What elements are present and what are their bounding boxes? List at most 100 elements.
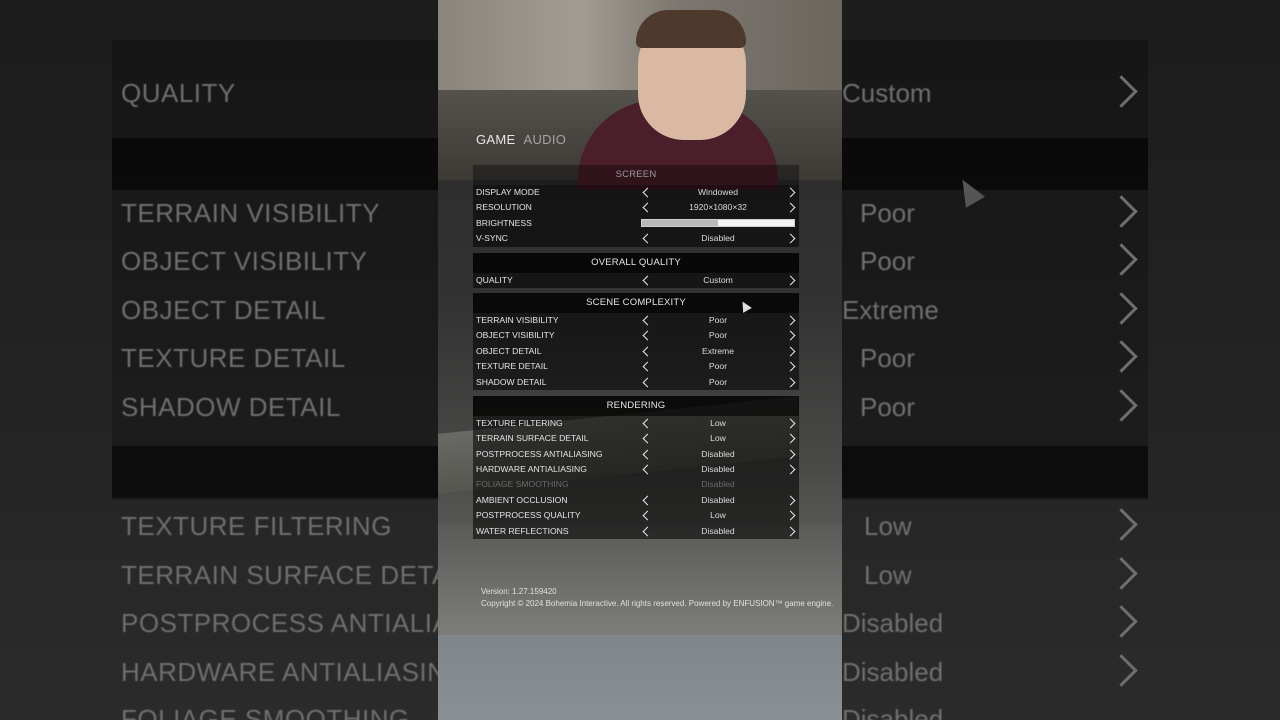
chevron-right-icon[interactable] — [787, 362, 796, 371]
chevron-right-icon[interactable] — [787, 419, 796, 428]
section-header-screen: SCREEN — [473, 165, 799, 185]
chevron-right-icon[interactable] — [787, 434, 796, 443]
setting-resolution[interactable]: RESOLUTION 1920×1080×32 — [473, 200, 799, 216]
background-value: Low — [864, 511, 912, 541]
tab-audio[interactable]: AUDIO — [523, 132, 566, 147]
background-value: Disabled — [842, 704, 944, 720]
setting-value: Low — [710, 433, 726, 444]
background-chevron-right-icon — [1106, 386, 1140, 430]
setting-value: Disabled — [701, 479, 735, 490]
setting-label: TEXTURE FILTERING — [476, 417, 563, 428]
setting-value: Extreme — [702, 345, 734, 356]
background-chevron-right-icon — [1106, 505, 1140, 549]
setting-hardware-antialiasing[interactable]: HARDWARE ANTIALIASING Disabled — [473, 462, 799, 478]
setting-quality[interactable]: QUALITY Custom — [473, 272, 799, 288]
chevron-right-icon[interactable] — [787, 316, 796, 325]
setting-vsync[interactable]: V-SYNC Disabled — [473, 231, 799, 247]
chevron-right-icon[interactable] — [787, 527, 796, 536]
background-value: Extreme — [842, 295, 939, 325]
chevron-right-icon[interactable] — [787, 188, 796, 197]
chevron-right-icon[interactable] — [787, 347, 796, 356]
background-label: QUALITY — [121, 78, 236, 108]
setting-value: Disabled — [701, 494, 735, 505]
chevron-right-icon[interactable] — [787, 276, 796, 285]
chevron-right-icon[interactable] — [787, 378, 796, 387]
setting-value: Disabled — [701, 233, 735, 244]
chevron-right-icon[interactable] — [787, 331, 796, 340]
bottom-strip — [438, 635, 842, 720]
setting-shadow-detail[interactable]: SHADOW DETAIL Poor — [473, 374, 799, 390]
setting-label: DISPLAY MODE — [476, 187, 540, 197]
setting-texture-detail[interactable]: TEXTURE DETAIL Poor — [473, 359, 799, 375]
setting-value: Custom — [703, 274, 733, 285]
background-chevron-right-icon — [1106, 192, 1140, 236]
setting-value: Disabled — [701, 525, 735, 536]
setting-label: OBJECT DETAIL — [476, 345, 542, 356]
setting-value: Poor — [708, 330, 728, 341]
brightness-slider-fill — [642, 219, 718, 226]
setting-terrain-surface-detail[interactable]: TERRAIN SURFACE DETAIL Low — [473, 431, 799, 447]
section-header-rendering: RENDERING — [473, 395, 799, 416]
background-label: TERRAIN VISIBILITY — [121, 198, 380, 228]
setting-value: Low — [710, 417, 726, 428]
background-value: Poor — [860, 198, 915, 228]
setting-water-reflections[interactable]: WATER REFLECTIONS Disabled — [473, 523, 799, 540]
section-header-scene-complexity: SCENE COMPLEXITY — [473, 292, 799, 313]
brightness-slider[interactable] — [641, 218, 795, 227]
setting-label: POSTPROCESS ANTIALIASING — [476, 448, 603, 459]
setting-value: Poor — [708, 361, 728, 372]
background-value: Poor — [860, 392, 915, 422]
background-chevron-right-icon — [1106, 337, 1140, 381]
background-label: SHADOW DETAIL — [121, 392, 341, 422]
chevron-right-icon[interactable] — [787, 496, 796, 505]
chevron-right-icon[interactable] — [787, 234, 796, 243]
background-label: TERRAIN SURFACE DETA — [121, 560, 450, 590]
chevron-right-icon[interactable] — [787, 511, 796, 520]
setting-value: 1920×1080×32 — [689, 202, 747, 213]
footer: Version: 1.27.159420 Copyright © 2024 Bo… — [481, 586, 833, 610]
setting-label: V-SYNC — [476, 233, 508, 244]
setting-value: Windowed — [697, 187, 739, 197]
background-chevron-right-icon — [1106, 240, 1140, 284]
setting-postprocess-quality[interactable]: POSTPROCESS QUALITY Low — [473, 508, 799, 524]
setting-label: BRIGHTNESS — [476, 217, 532, 228]
setting-label: SHADOW DETAIL — [476, 376, 547, 387]
setting-postprocess-antialiasing[interactable]: POSTPROCESS ANTIALIASING Disabled — [473, 446, 799, 463]
setting-texture-filtering[interactable]: TEXTURE FILTERING Low — [473, 415, 799, 432]
setting-label: QUALITY — [476, 274, 513, 285]
tab-game[interactable]: GAME — [476, 132, 515, 147]
setting-display-mode[interactable]: DISPLAY MODE Windowed — [473, 185, 799, 201]
setting-label: RESOLUTION — [476, 202, 532, 213]
background-value: Disabled — [842, 608, 944, 638]
setting-value: Low — [710, 510, 726, 521]
version-text: Version: 1.27.159420 — [481, 587, 557, 596]
chevron-right-icon[interactable] — [787, 203, 796, 212]
setting-label: TEXTURE DETAIL — [476, 361, 548, 372]
setting-object-visibility[interactable]: OBJECT VISIBILITY Poor — [473, 328, 799, 344]
background-label: OBJECT DETAIL — [121, 295, 326, 325]
background-label: POSTPROCESS ANTIALIA — [121, 608, 451, 638]
webcam-person-hair — [636, 10, 746, 48]
copyright-text: Copyright © 2024 Bohemia Interactive. Al… — [481, 599, 834, 608]
chevron-right-icon[interactable] — [787, 450, 796, 459]
background-label: HARDWARE ANTIALIASING — [121, 657, 468, 687]
background-value: Disabled — [842, 657, 944, 687]
background-chevron-right-icon — [1106, 554, 1140, 598]
setting-ambient-occlusion[interactable]: AMBIENT OCCLUSION Disabled — [473, 492, 799, 509]
setting-brightness[interactable]: BRIGHTNESS — [473, 215, 799, 232]
setting-value: Disabled — [701, 464, 735, 475]
background-label: FOLIAGE SMOOTHING — [121, 704, 410, 720]
background-chevron-right-icon — [1106, 289, 1140, 333]
setting-label: FOLIAGE SMOOTHING — [476, 479, 569, 490]
background-chevron-right-icon — [1106, 602, 1140, 646]
chevron-right-icon[interactable] — [787, 465, 796, 474]
setting-label: OBJECT VISIBILITY — [476, 330, 555, 341]
setting-terrain-visibility[interactable]: TERRAIN VISIBILITY Poor — [473, 312, 799, 329]
background-value: Poor — [860, 343, 915, 373]
setting-label: TERRAIN VISIBILITY — [476, 314, 559, 325]
webcam-overlay — [438, 0, 842, 190]
setting-label: HARDWARE ANTIALIASING — [476, 464, 587, 475]
setting-label: WATER REFLECTIONS — [476, 525, 569, 536]
setting-object-detail[interactable]: OBJECT DETAIL Extreme — [473, 343, 799, 360]
section-header-overall-quality: OVERALL QUALITY — [473, 252, 799, 273]
